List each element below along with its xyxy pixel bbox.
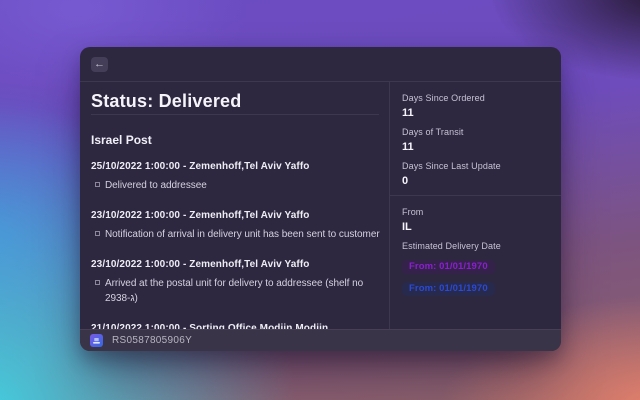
event-title: 23/10/2022 1:00:00 - Zemenhoff,Tel Aviv … <box>91 209 383 222</box>
window-titlebar: ← <box>80 47 561 82</box>
estimated-date-badge: From: 01/01/1970 <box>402 282 495 296</box>
tracking-history-panel[interactable]: Status: Delivered Israel Post 25/10/2022… <box>80 82 390 329</box>
origin-value: IL <box>402 221 549 233</box>
tracking-event: 25/10/2022 1:00:00 - Zemenhoff,Tel Aviv … <box>91 160 383 193</box>
estimated-date-badge-row: From: 01/01/1970 <box>402 278 549 296</box>
window-body: Status: Delivered Israel Post 25/10/2022… <box>80 82 561 329</box>
status-title: Status: Delivered <box>91 91 383 111</box>
carrier-name: Israel Post <box>91 134 383 146</box>
event-description-row: Arrived at the postal unit for delivery … <box>91 276 383 306</box>
stat-value: 11 <box>402 141 549 153</box>
event-description: Notification of arrival in delivery unit… <box>105 227 380 242</box>
event-title: 21/10/2022 1:00:00 - Sorting Office Modi… <box>91 322 383 329</box>
stat-value: 0 <box>402 175 549 187</box>
tracking-window: ← Status: Delivered Israel Post 25/10/20… <box>80 47 561 351</box>
square-bullet-icon <box>95 182 100 187</box>
tracking-footer: RS0587805906Y <box>80 329 561 351</box>
event-list: 25/10/2022 1:00:00 - Zemenhoff,Tel Aviv … <box>91 160 383 329</box>
tracking-event: 23/10/2022 1:00:00 - Zemenhoff,Tel Aviv … <box>91 258 383 306</box>
tracking-event: 23/10/2022 1:00:00 - Zemenhoff,Tel Aviv … <box>91 209 383 242</box>
event-title: 25/10/2022 1:00:00 - Zemenhoff,Tel Aviv … <box>91 160 383 173</box>
stat-label: Days Since Last Update <box>402 161 549 171</box>
estimated-date-badge: From: 01/01/1970 <box>402 260 495 274</box>
estimated-delivery-label: Estimated Delivery Date <box>402 241 549 251</box>
back-arrow-icon: ← <box>94 58 105 70</box>
stats-block: Days Since Ordered 11 Days of Transit 11 Day… <box>402 93 549 187</box>
heading-divider <box>91 114 379 115</box>
square-bullet-icon <box>95 231 100 236</box>
stat-value: 11 <box>402 107 549 119</box>
event-description-row: Delivered to addressee <box>91 178 383 193</box>
origin-label: From <box>402 207 549 217</box>
details-sidebar: Days Since Ordered 11 Days of Transit 11 Day… <box>390 82 561 329</box>
square-bullet-icon <box>95 280 100 285</box>
sidebar-divider <box>390 195 561 196</box>
event-description: Delivered to addressee <box>105 178 207 193</box>
event-description-row: Notification of arrival in delivery unit… <box>91 227 383 242</box>
estimated-delivery-badges: From: 01/01/1970 From: 01/01/1970 <box>402 256 549 296</box>
package-icon <box>90 334 103 347</box>
tracking-number: RS0587805906Y <box>112 335 192 346</box>
back-button[interactable]: ← <box>91 57 108 72</box>
event-title: 23/10/2022 1:00:00 - Zemenhoff,Tel Aviv … <box>91 258 383 271</box>
estimated-date-badge-row: From: 01/01/1970 <box>402 256 549 274</box>
event-description: Arrived at the postal unit for delivery … <box>105 276 383 306</box>
stat-label: Days Since Ordered <box>402 93 549 103</box>
tracking-event: 21/10/2022 1:00:00 - Sorting Office Modi… <box>91 322 383 329</box>
stat-label: Days of Transit <box>402 127 549 137</box>
